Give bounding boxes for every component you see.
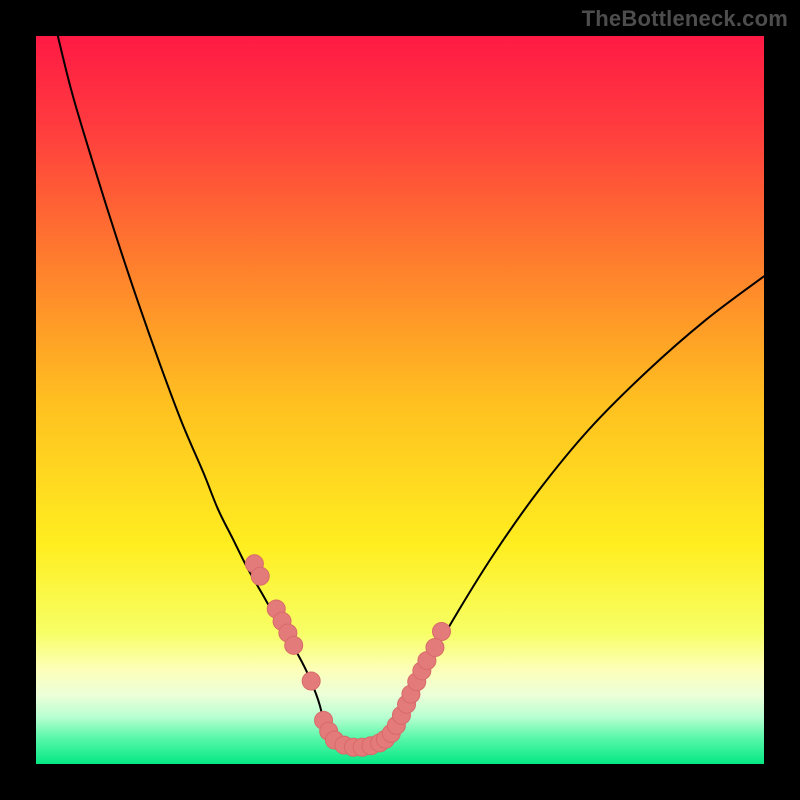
- data-point: [433, 623, 451, 641]
- chart-frame: TheBottleneck.com: [0, 0, 800, 800]
- bottleneck-chart: [0, 0, 800, 800]
- watermark-text: TheBottleneck.com: [582, 6, 788, 32]
- plot-background: [36, 36, 764, 764]
- data-point: [302, 672, 320, 690]
- data-point: [285, 636, 303, 654]
- data-point: [426, 639, 444, 657]
- data-point: [251, 567, 269, 585]
